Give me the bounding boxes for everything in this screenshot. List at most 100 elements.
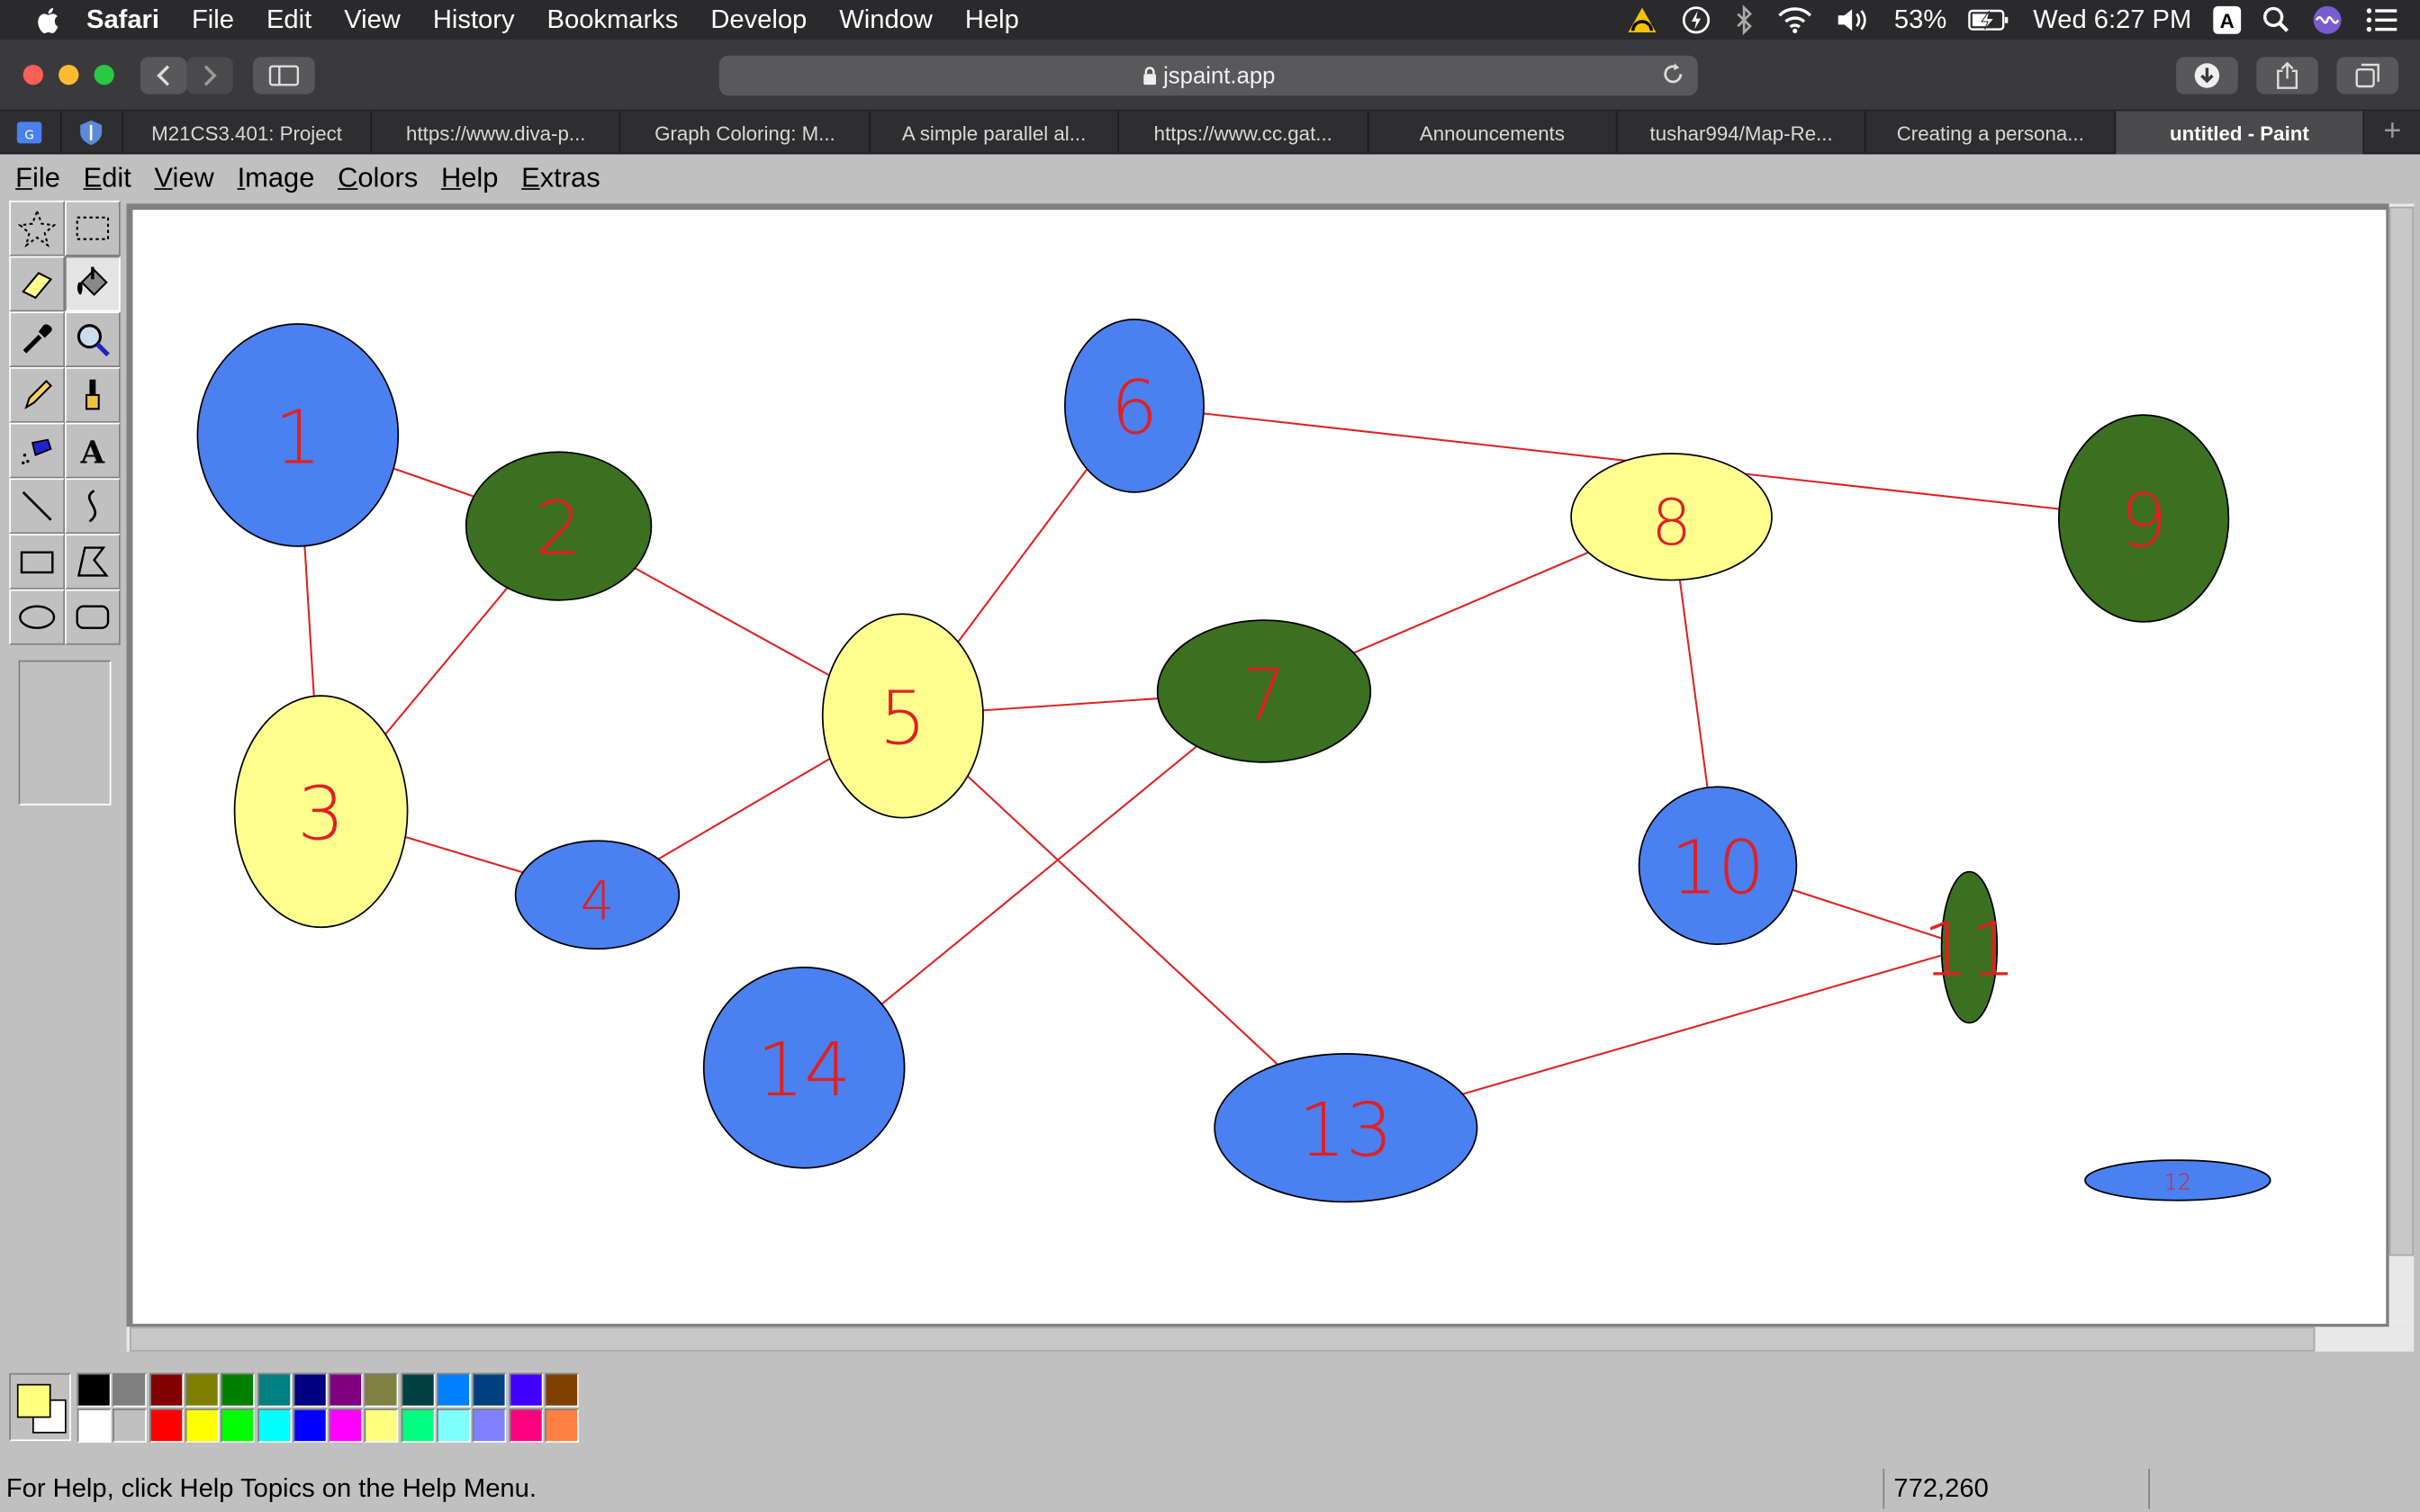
paint-menu-view[interactable]: View: [151, 161, 217, 194]
menubar-view[interactable]: View: [344, 4, 401, 35]
close-window-button[interactable]: [23, 65, 43, 86]
tab-item[interactable]: tushar994/Map-Re...: [1618, 111, 1867, 155]
palette-swatch[interactable]: [509, 1408, 543, 1443]
palette-swatch[interactable]: [509, 1372, 543, 1408]
share-button[interactable]: [2256, 57, 2318, 94]
apple-icon[interactable]: [34, 4, 65, 35]
wifi-icon[interactable]: [1777, 6, 1814, 34]
palette-swatch[interactable]: [221, 1372, 256, 1408]
menubar-file[interactable]: File: [192, 4, 234, 35]
new-tab-button[interactable]: +: [2365, 111, 2420, 152]
palette-swatch[interactable]: [293, 1408, 328, 1443]
rectangle-select-tool[interactable]: [65, 200, 121, 256]
palette-swatch[interactable]: [544, 1408, 579, 1443]
tab-item[interactable]: Creating a persona...: [1866, 111, 2116, 155]
palette-swatch[interactable]: [77, 1408, 112, 1443]
palette-swatch[interactable]: [544, 1372, 579, 1408]
palette-swatch[interactable]: [149, 1408, 184, 1443]
zoom-window-button[interactable]: [94, 65, 114, 86]
paint-menu-file[interactable]: File: [13, 161, 64, 194]
tab-item[interactable]: https://www.diva-p...: [372, 111, 621, 155]
rectangle-tool[interactable]: [9, 534, 66, 590]
current-colors[interactable]: [9, 1372, 71, 1442]
palette-swatch[interactable]: [185, 1408, 220, 1443]
tool-options-box[interactable]: [18, 660, 112, 806]
spotlight-search-icon[interactable]: [2262, 6, 2290, 34]
ellipse-tool[interactable]: [9, 589, 66, 645]
tab-item-active[interactable]: untitled - Paint: [2115, 111, 2365, 155]
palette-swatch[interactable]: [473, 1408, 507, 1443]
pinned-tab-1[interactable]: G: [0, 111, 62, 155]
palette-swatch[interactable]: [401, 1372, 435, 1408]
sync-icon[interactable]: [1681, 4, 1711, 35]
text-tool[interactable]: A: [65, 422, 121, 479]
menubar-window[interactable]: Window: [839, 4, 933, 35]
foreground-color-swatch[interactable]: [16, 1383, 51, 1418]
vertical-scroll-thumb[interactable]: [2388, 206, 2415, 1256]
eraser-tool[interactable]: [9, 256, 66, 312]
palette-swatch[interactable]: [113, 1372, 148, 1408]
free-form-select-tool[interactable]: [9, 200, 66, 256]
menubar-edit[interactable]: Edit: [266, 4, 312, 35]
battery-percent[interactable]: 53%: [1894, 4, 1946, 35]
tab-item[interactable]: Announcements: [1368, 111, 1618, 155]
tab-item[interactable]: Graph Coloring: M...: [621, 111, 871, 155]
airbrush-tool[interactable]: [9, 422, 66, 479]
pick-color-tool[interactable]: [9, 311, 66, 367]
palette-swatch[interactable]: [293, 1372, 328, 1408]
paint-menu-extras[interactable]: Extras: [519, 161, 603, 194]
palette-swatch[interactable]: [77, 1372, 112, 1408]
paint-menu-edit[interactable]: Edit: [80, 161, 134, 194]
magnifier-tool[interactable]: [65, 311, 121, 367]
pinned-tab-2[interactable]: [61, 111, 123, 155]
line-tool[interactable]: [9, 478, 66, 535]
palette-swatch[interactable]: [113, 1408, 148, 1443]
horizontal-scroll-thumb[interactable]: [130, 1327, 2316, 1352]
tab-item[interactable]: https://www.cc.gat...: [1119, 111, 1368, 155]
battery-charging-icon[interactable]: [1968, 8, 2011, 32]
sidebar-toggle-button[interactable]: [253, 57, 315, 94]
palette-swatch[interactable]: [221, 1408, 256, 1443]
paint-menu-image[interactable]: Image: [234, 161, 318, 194]
warning-icon[interactable]: [1626, 4, 1660, 35]
polygon-tool[interactable]: [65, 534, 121, 590]
palette-swatch[interactable]: [185, 1372, 220, 1408]
palette-swatch[interactable]: [149, 1372, 184, 1408]
siri-icon[interactable]: [2312, 4, 2343, 35]
fill-bucket-tool[interactable]: [65, 256, 121, 312]
tab-item[interactable]: A simple parallel al...: [871, 111, 1120, 155]
paint-menu-colors[interactable]: Colors: [335, 161, 421, 194]
curve-tool[interactable]: [65, 478, 121, 535]
palette-swatch[interactable]: [437, 1372, 471, 1408]
menubar-bookmarks[interactable]: Bookmarks: [547, 4, 679, 35]
volume-icon[interactable]: [1836, 6, 1873, 34]
palette-swatch[interactable]: [257, 1408, 292, 1443]
menubar-develop[interactable]: Develop: [710, 4, 807, 35]
rounded-rectangle-tool[interactable]: [65, 589, 121, 645]
paint-menu-help[interactable]: Help: [438, 161, 501, 194]
palette-swatch[interactable]: [257, 1372, 292, 1408]
palette-swatch[interactable]: [401, 1408, 435, 1443]
drawing-canvas[interactable]: 1 2 3 4 5 6 7 8 9 10 11 12 13 14: [132, 210, 2387, 1324]
palette-swatch[interactable]: [437, 1408, 471, 1443]
palette-swatch[interactable]: [365, 1372, 399, 1408]
address-bar[interactable]: jspaint.app: [718, 55, 1698, 96]
bluetooth-icon[interactable]: [1734, 4, 1756, 36]
menubar-clock[interactable]: Wed 6:27 PM: [2033, 4, 2191, 35]
menubar-help[interactable]: Help: [965, 4, 1019, 35]
menubar-app-name[interactable]: Safari: [86, 4, 159, 35]
brush-tool[interactable]: [65, 367, 121, 423]
tab-item[interactable]: M21CS3.401: Project: [123, 111, 373, 155]
pencil-tool[interactable]: [9, 367, 66, 423]
palette-swatch[interactable]: [473, 1372, 507, 1408]
forward-button[interactable]: [186, 57, 233, 94]
palette-swatch[interactable]: [329, 1372, 364, 1408]
input-source-indicator[interactable]: A: [2213, 5, 2242, 34]
reload-icon[interactable]: [1661, 62, 1685, 86]
downloads-button[interactable]: [2176, 57, 2238, 94]
palette-swatch[interactable]: [365, 1408, 399, 1443]
menubar-history[interactable]: History: [433, 4, 515, 35]
notification-center-icon[interactable]: [2364, 6, 2398, 34]
tab-overview-button[interactable]: [2336, 57, 2398, 94]
back-button[interactable]: [140, 57, 187, 94]
